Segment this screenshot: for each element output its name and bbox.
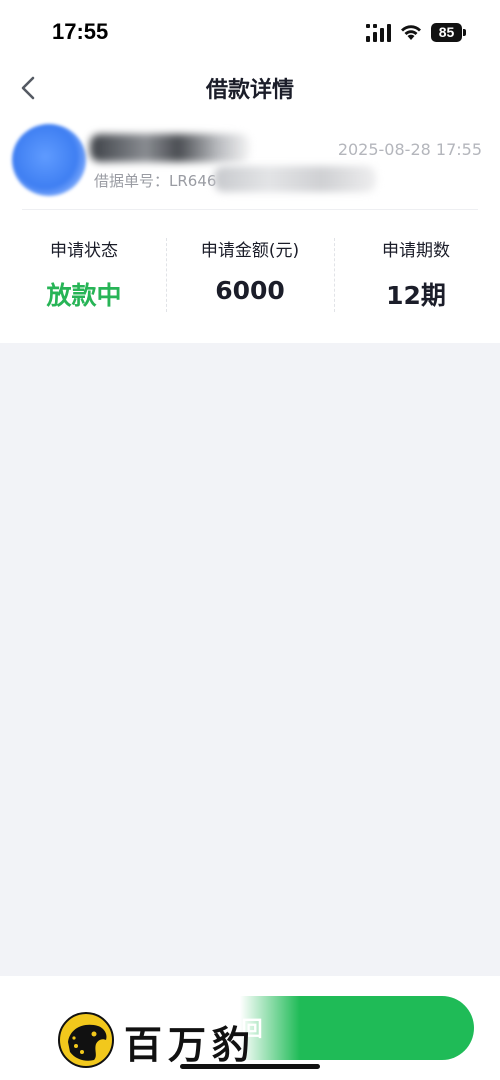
stat-label: 申请状态 bbox=[50, 241, 118, 261]
home-indicator bbox=[180, 1064, 320, 1069]
status-time: 17:55 bbox=[52, 19, 109, 44]
stat-label: 申请金额(元) bbox=[200, 241, 300, 261]
battery-icon: 85 bbox=[431, 23, 462, 42]
watermark-text: 百万豹 bbox=[124, 1022, 257, 1067]
redacted-name bbox=[90, 134, 250, 162]
periods-value: 12期 bbox=[386, 281, 446, 310]
wifi-icon bbox=[401, 25, 421, 40]
stat-apply-status: 申请状态 放款中 bbox=[0, 236, 168, 312]
apply-time: 2025-08-28 17:55 bbox=[337, 140, 482, 159]
stat-apply-amount: 申请金额(元) 6000 bbox=[166, 236, 334, 305]
avatar bbox=[12, 124, 86, 196]
battery-tip bbox=[463, 29, 466, 36]
redacted-order-number bbox=[214, 166, 376, 192]
loan-order-number: 借据单号：LR646 bbox=[94, 172, 217, 190]
leopard-logo-icon bbox=[58, 1012, 114, 1068]
status-value: 放款中 bbox=[46, 281, 122, 310]
stat-label: 申请期数 bbox=[382, 241, 450, 261]
page-title: 借款详情 bbox=[205, 78, 294, 103]
stat-apply-periods: 申请期数 12期 bbox=[332, 236, 500, 312]
amount-value: 6000 bbox=[215, 276, 285, 305]
signal-icon bbox=[366, 24, 391, 42]
divider bbox=[22, 209, 478, 210]
status-bar: 17:55 85 bbox=[0, 0, 500, 60]
